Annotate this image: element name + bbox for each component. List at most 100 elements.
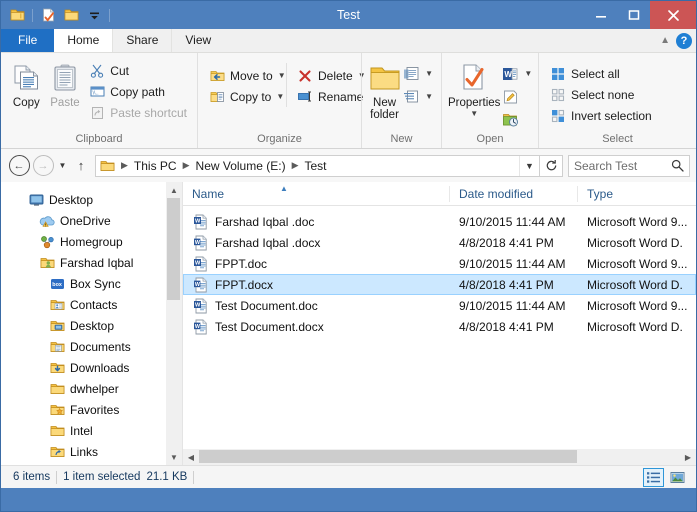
breadcrumb-item-test[interactable]: Test	[302, 159, 328, 173]
history-button[interactable]	[500, 108, 534, 131]
large-icons-view-button[interactable]	[667, 468, 688, 487]
sidebar-item-downloads[interactable]: Downloads	[1, 357, 182, 378]
search-input[interactable]: Search Test	[574, 159, 671, 173]
qat-folder-icon[interactable]	[7, 5, 27, 25]
copy-to-chevron-down-icon[interactable]: ▼	[276, 92, 284, 101]
help-icon[interactable]: ?	[676, 33, 692, 49]
rename-button[interactable]: Rename	[292, 86, 370, 107]
tab-share[interactable]: Share	[112, 29, 171, 52]
file-list-horizontal-scrollbar[interactable]: ◀ ▶	[183, 449, 696, 465]
sidebar-item-box-sync[interactable]: box Box Sync	[1, 273, 182, 294]
paste-button[interactable]: Paste	[46, 58, 85, 109]
up-button[interactable]: ↑	[70, 158, 92, 173]
easy-access-button[interactable]: ▼	[401, 85, 435, 108]
table-row[interactable]: W Test Document.docx 4/8/2018 4:41 PM Mi…	[183, 316, 696, 337]
table-row[interactable]: W FPPT.docx 4/8/2018 4:41 PM Microsoft W…	[183, 274, 696, 295]
paste-shortcut-button[interactable]: Paste shortcut	[84, 102, 191, 123]
invert-selection-button[interactable]: Invert selection	[545, 105, 656, 126]
sidebar-item-dwhelper[interactable]: dwhelper	[1, 378, 182, 399]
qat-new-folder-icon[interactable]	[61, 5, 81, 25]
select-all-label: Select all	[571, 67, 620, 81]
open-with-word-button[interactable]: W ▼	[500, 62, 534, 85]
status-selection: 1 item selected	[57, 471, 146, 483]
properties-button[interactable]: Properties ▼	[448, 58, 500, 118]
column-header-name[interactable]: Name ▲	[183, 186, 449, 202]
sidebar-item-links[interactable]: Links	[1, 441, 182, 462]
select-all-button[interactable]: Select all	[545, 63, 656, 84]
column-header-type[interactable]: Type	[577, 186, 687, 202]
ribbon-tab-right-controls: ▲ ?	[660, 29, 692, 52]
sidebar-item-desktop[interactable]: Desktop	[1, 189, 182, 210]
column-header-date-modified[interactable]: Date modified	[449, 186, 577, 202]
hscroll-track[interactable]	[199, 449, 680, 465]
tab-strip-filler	[224, 29, 696, 52]
address-history-chevron-down-icon[interactable]: ▼	[519, 156, 539, 176]
copy-button[interactable]: Copy	[7, 58, 46, 109]
svg-text:W: W	[195, 302, 201, 308]
tab-home[interactable]: Home	[54, 29, 112, 52]
navigation-pane-scrollbar[interactable]: ▲ ▼	[166, 182, 182, 465]
sidebar-item-favorites[interactable]: Favorites	[1, 399, 182, 420]
table-row[interactable]: W Test Document.doc 9/10/2015 11:44 AM M…	[183, 295, 696, 316]
breadcrumb-separator-2[interactable]: ▶	[288, 160, 303, 171]
file-name-cell: W Farshad Iqbal .doc	[184, 214, 450, 230]
open-small-icons: W ▼	[500, 58, 534, 131]
sidebar-item-contacts[interactable]: Contacts	[1, 294, 182, 315]
new-item-button[interactable]: ▼	[401, 62, 435, 85]
table-row[interactable]: W FPPT.doc 9/10/2015 11:44 AM Microsoft …	[183, 253, 696, 274]
breadcrumb-separator-0[interactable]: ▶	[117, 160, 132, 171]
file-name-label: Farshad Iqbal .doc	[215, 215, 314, 229]
properties-chevron-down-icon[interactable]: ▼	[470, 109, 478, 118]
breadcrumb-bar[interactable]: ▶ This PC ▶ New Volume (E:) ▶ Test ▼	[95, 155, 540, 177]
copy-path-button[interactable]: \\.. Copy path	[84, 81, 191, 102]
sidebar-item-homegroup[interactable]: Homegroup	[1, 231, 182, 252]
qat-customize-chevron-down-icon[interactable]	[84, 5, 104, 25]
back-button[interactable]: ←	[7, 154, 31, 178]
minimize-button[interactable]	[584, 1, 617, 29]
sidebar-item-farshad-iqbal[interactable]: Farshad Iqbal	[1, 252, 182, 273]
breadcrumb-separator-1[interactable]: ▶	[179, 160, 194, 171]
sidebar-item-intel[interactable]: Intel	[1, 420, 182, 441]
maximize-button[interactable]	[617, 1, 650, 29]
search-box[interactable]: Search Test	[568, 155, 690, 177]
details-view-button[interactable]	[643, 468, 664, 487]
homegroup-icon	[39, 234, 55, 250]
select-all-icon	[549, 66, 567, 82]
tab-view[interactable]: View	[171, 29, 224, 52]
copy-to-button[interactable]: Copy to ▼	[204, 86, 286, 107]
new-folder-button[interactable]: Newfolder	[368, 58, 401, 121]
breadcrumb-item-this-pc[interactable]: This PC	[132, 159, 179, 173]
nav-scroll-track[interactable]	[166, 198, 182, 449]
hscroll-right-arrow-icon[interactable]: ▶	[680, 449, 696, 465]
easy-access-chevron-down-icon[interactable]: ▼	[425, 92, 433, 101]
tab-file[interactable]: File	[1, 29, 54, 52]
collapse-ribbon-chevron-up-icon[interactable]: ▲	[660, 35, 670, 46]
open-with-chevron-down-icon[interactable]: ▼	[524, 69, 532, 78]
move-to-button[interactable]: Move to ▼	[204, 65, 286, 86]
refresh-button[interactable]	[540, 155, 563, 177]
new-item-chevron-down-icon[interactable]: ▼	[425, 69, 433, 78]
sidebar-item-onedrive[interactable]: OneDrive	[1, 210, 182, 231]
navigation-tree: Desktop OneDrive	[1, 182, 182, 465]
edit-button[interactable]	[500, 85, 534, 108]
sidebar-item-documents[interactable]: Documents	[1, 336, 182, 357]
table-row[interactable]: W Farshad Iqbal .docx 4/8/2018 4:41 PM M…	[183, 232, 696, 253]
close-button[interactable]	[650, 1, 696, 29]
move-to-label: Move to	[230, 69, 273, 83]
nav-scroll-down-arrow-icon[interactable]: ▼	[166, 449, 182, 465]
move-to-chevron-down-icon[interactable]: ▼	[278, 71, 286, 80]
nav-scroll-up-arrow-icon[interactable]: ▲	[166, 182, 182, 198]
recent-locations-chevron-down-icon[interactable]: ▼	[55, 161, 70, 170]
table-row[interactable]: W Farshad Iqbal .doc 9/10/2015 11:44 AM …	[183, 211, 696, 232]
sidebar-item-desktop-folder[interactable]: Desktop	[1, 315, 182, 336]
cut-button[interactable]: Cut	[84, 60, 191, 81]
forward-button[interactable]: →	[31, 154, 55, 178]
breadcrumb-item-new-volume[interactable]: New Volume (E:)	[194, 159, 288, 173]
hscroll-thumb[interactable]	[199, 450, 577, 463]
delete-button[interactable]: Delete ▼	[292, 65, 370, 86]
nav-scroll-thumb[interactable]	[167, 198, 180, 300]
qat-properties-icon[interactable]	[38, 5, 58, 25]
hscroll-left-arrow-icon[interactable]: ◀	[183, 449, 199, 465]
links-folder-icon	[49, 444, 65, 460]
select-none-button[interactable]: Select none	[545, 84, 656, 105]
